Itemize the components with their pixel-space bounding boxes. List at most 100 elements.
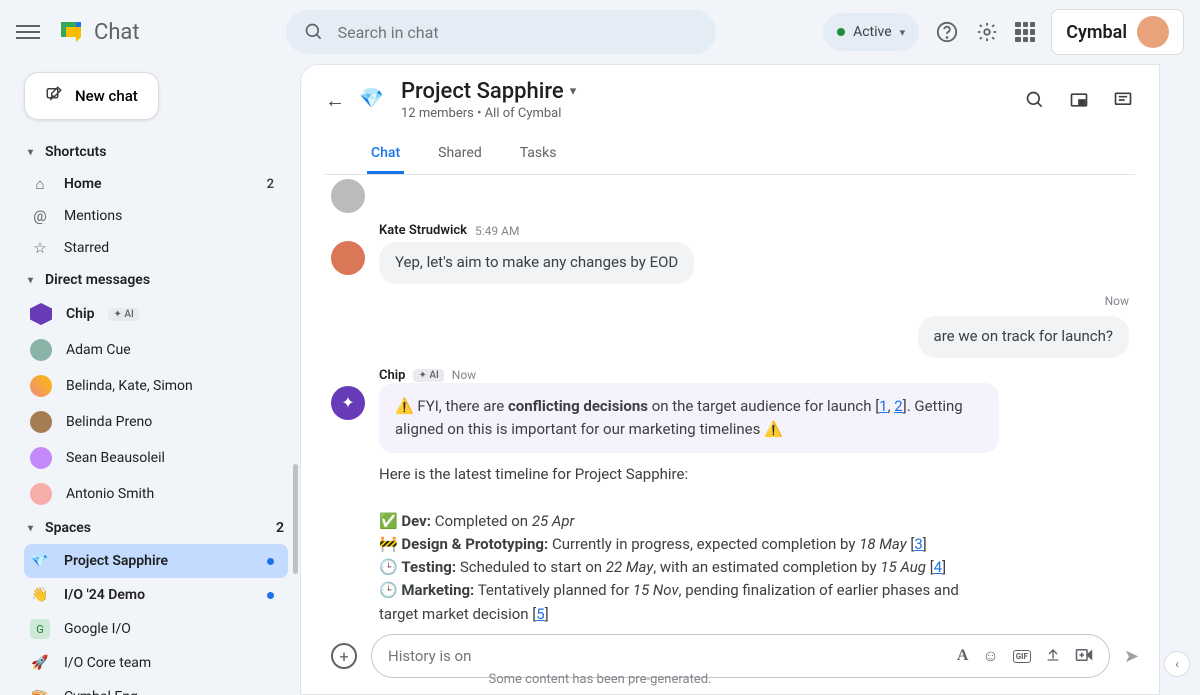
message-list: Kate Strudwick 5:49 AM Yep, let's aim to… <box>301 175 1159 624</box>
dm-item[interactable]: Adam Cue <box>24 332 288 368</box>
pip-icon[interactable] <box>1067 88 1091 112</box>
ai-badge: ✦ AI <box>413 369 443 382</box>
scrollbar-thumb[interactable] <box>293 464 298 574</box>
avatar-icon <box>30 375 52 397</box>
sender-name: Kate Strudwick <box>379 223 467 238</box>
gif-icon[interactable]: GIF <box>1013 650 1031 663</box>
upload-icon[interactable] <box>1045 646 1061 666</box>
timestamp: Now <box>452 368 476 382</box>
status-label: Active <box>853 24 892 40</box>
avatar-icon <box>331 241 365 275</box>
dm-item[interactable]: Belinda Preno <box>24 404 288 440</box>
side-panel-toggle[interactable]: ‹ <box>1164 651 1190 677</box>
message-input[interactable] <box>388 647 943 665</box>
section-dm[interactable]: ▾ Direct messages <box>24 264 288 296</box>
unread-dot <box>267 592 274 599</box>
hamburger-menu[interactable] <box>16 20 40 44</box>
space-icon: G <box>30 619 50 639</box>
status-dot-icon <box>837 28 845 36</box>
space-title[interactable]: Project Sapphire ▾ <box>401 79 576 104</box>
star-icon: ☆ <box>30 239 50 257</box>
tab-shared[interactable]: Shared <box>434 135 486 174</box>
dm-chip[interactable]: Chip ✦ AI <box>24 296 288 332</box>
space-subtitle: 12 members • All of Cymbal <box>401 106 576 121</box>
help-icon[interactable] <box>935 20 959 44</box>
avatar-icon <box>331 179 365 213</box>
compose-icon <box>45 85 63 107</box>
video-icon[interactable] <box>1075 647 1093 666</box>
new-chat-button[interactable]: New chat <box>24 72 159 120</box>
bot-message-body: Here is the latest timeline for Project … <box>379 463 999 624</box>
tab-tasks[interactable]: Tasks <box>516 135 561 174</box>
space-item[interactable]: GGoogle I/O <box>24 612 288 646</box>
chevron-down-icon: ▾ <box>570 84 577 99</box>
tab-chat[interactable]: Chat <box>367 135 404 174</box>
message-row-bot: ✦ Chip ✦ AI Now ⚠️ FYI, there are confli… <box>331 368 1129 625</box>
status-selector[interactable]: Active ▾ <box>823 13 919 51</box>
wave-icon: 👋 <box>30 585 50 605</box>
dm-item[interactable]: Sean Beausoleil <box>24 440 288 476</box>
avatar-icon <box>30 411 52 433</box>
bot-message-bubble: ⚠️ FYI, there are conflicting decisions … <box>379 383 999 454</box>
space-project-sapphire[interactable]: 💎 Project Sapphire <box>24 544 288 578</box>
avatar-icon <box>30 483 52 505</box>
avatar-icon <box>30 303 52 325</box>
chevron-down-icon: ▾ <box>28 147 33 158</box>
gem-icon: 💎 <box>30 551 50 571</box>
main-panel: ← 💎 Project Sapphire ▾ 12 members • All … <box>300 64 1160 695</box>
nav-home[interactable]: ⌂ Home 2 <box>24 168 288 200</box>
search-icon <box>302 20 326 44</box>
citation-link[interactable]: 2 <box>894 397 902 415</box>
chevron-down-icon: ▾ <box>28 275 33 286</box>
sidebar: New chat ▾ Shortcuts ⌂ Home 2 @ Mentions… <box>0 64 300 695</box>
bot-avatar-icon: ✦ <box>331 386 365 420</box>
citation-link[interactable]: 1 <box>879 397 887 415</box>
add-attachment-button[interactable]: + <box>331 643 357 669</box>
chat-logo-icon <box>56 17 86 47</box>
message-row: Kate Strudwick 5:49 AM Yep, let's aim to… <box>331 223 1129 284</box>
settings-icon[interactable] <box>975 20 999 44</box>
search-input[interactable] <box>338 23 700 42</box>
message-bubble: are we on track for launch? <box>918 316 1129 358</box>
space-icon: 🏗️ <box>30 687 50 695</box>
nav-mentions[interactable]: @ Mentions <box>24 200 288 232</box>
timestamp: 5:49 AM <box>475 224 519 238</box>
section-spaces[interactable]: ▾ Spaces 2 <box>24 512 288 544</box>
dm-item[interactable]: Belinda, Kate, Simon <box>24 368 288 404</box>
citation-link[interactable]: 3 <box>914 535 922 553</box>
message-bubble: Yep, let's aim to make any changes by EO… <box>379 242 694 284</box>
app-logo[interactable]: Chat <box>56 17 140 47</box>
space-item[interactable]: 👋 I/O '24 Demo <box>24 578 288 612</box>
new-chat-label: New chat <box>75 87 138 105</box>
avatar-icon <box>30 447 52 469</box>
account-switcher[interactable]: Cymbal <box>1051 9 1184 55</box>
user-avatar <box>1137 16 1169 48</box>
brand-label: Cymbal <box>1066 22 1127 43</box>
home-icon: ⌂ <box>30 175 50 193</box>
citation-link[interactable]: 4 <box>934 558 942 576</box>
send-button[interactable]: ➤ <box>1124 646 1139 667</box>
timestamp: Now <box>1105 294 1129 308</box>
thread-icon[interactable] <box>1111 88 1135 112</box>
message-row <box>331 175 1129 213</box>
section-shortcuts[interactable]: ▾ Shortcuts <box>24 136 288 168</box>
ai-badge: ✦ AI <box>108 308 138 321</box>
dm-item[interactable]: Antonio Smith <box>24 476 288 512</box>
gem-icon: 💎 <box>359 86 387 114</box>
apps-grid-icon[interactable] <box>1015 22 1035 42</box>
app-name: Chat <box>94 20 140 45</box>
search-bar[interactable] <box>286 10 716 54</box>
search-in-space-icon[interactable] <box>1023 88 1047 112</box>
back-button[interactable]: ← <box>325 88 345 113</box>
chevron-down-icon: ▾ <box>900 26 906 39</box>
format-icon[interactable]: A <box>957 647 969 665</box>
avatar-icon <box>30 339 52 361</box>
citation-link[interactable]: 5 <box>536 605 544 623</box>
unread-dot <box>267 558 274 565</box>
footer-note: Some content has been pre-generated. <box>0 672 1200 687</box>
chevron-down-icon: ▾ <box>28 523 33 534</box>
tabs: Chat Shared Tasks <box>325 135 1135 175</box>
emoji-icon[interactable]: ☺ <box>982 646 998 666</box>
message-row-self: Now are we on track for launch? <box>331 294 1129 358</box>
nav-starred[interactable]: ☆ Starred <box>24 232 288 264</box>
